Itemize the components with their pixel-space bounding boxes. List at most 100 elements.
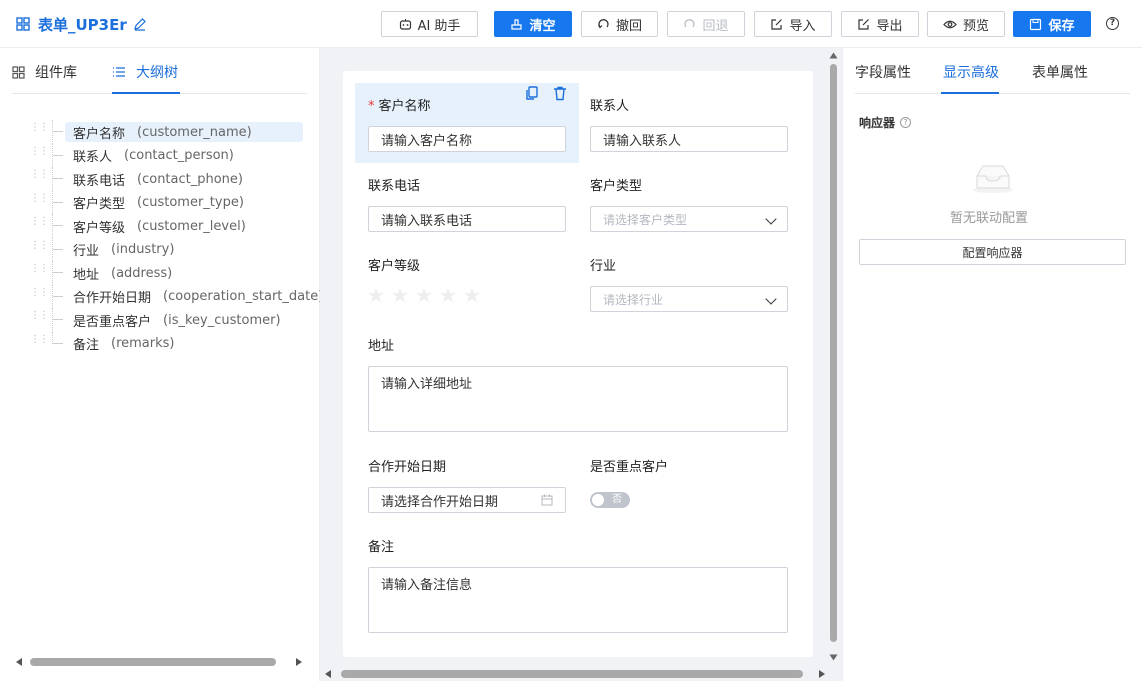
customer-type-placeholder: 请选择客户类型 <box>603 212 688 227</box>
star-icon[interactable]: ★ <box>439 285 457 305</box>
drag-handle-icon[interactable]: ⋮⋮ <box>30 287 49 302</box>
star-icon[interactable]: ★ <box>391 285 409 305</box>
tree-node[interactable]: ⋮⋮ 客户类型 (customer_type) <box>24 190 314 214</box>
tree-node[interactable]: ⋮⋮ 行业 (industry) <box>24 237 314 261</box>
drag-handle-icon[interactable]: ⋮⋮ <box>30 217 49 231</box>
scroll-up-icon[interactable] <box>829 52 838 59</box>
customer-name-input[interactable]: 请输入客户名称 <box>368 126 566 152</box>
tree-node-name: 备注 <box>73 338 100 353</box>
scroll-right-icon[interactable] <box>819 669 825 678</box>
import-button[interactable]: 导入 <box>754 11 832 37</box>
field-address[interactable]: 地址 请输入详细地址 <box>355 323 801 433</box>
preview-label: 预览 <box>962 18 989 34</box>
star-icon[interactable]: ★ <box>367 285 385 305</box>
undo-button[interactable]: 撤回 <box>581 11 658 37</box>
tree-node-label[interactable]: 客户等级 (customer_level) <box>65 216 254 236</box>
tree-node-name: 联系人 <box>73 150 113 165</box>
field-contact-phone[interactable]: 联系电话 请输入联系电话 <box>355 163 579 243</box>
field-cooperation-start-date[interactable]: 合作开始日期 请选择合作开始日期 <box>355 444 579 524</box>
field-customer-level[interactable]: 客户等级 ★ ★ ★ ★ ★ <box>355 243 579 323</box>
tree-node-label[interactable]: 客户类型 (customer_type) <box>65 193 252 213</box>
tab-component-library[interactable]: 组件库 <box>12 62 77 82</box>
contact-phone-input[interactable]: 请输入联系电话 <box>368 206 566 232</box>
key-customer-toggle[interactable]: 否 <box>590 492 630 508</box>
field-contact-person[interactable]: 联系人 请输入联系人 <box>578 83 802 163</box>
copy-icon[interactable] <box>525 86 539 101</box>
clear-button[interactable]: 清空 <box>494 11 572 37</box>
star-icon[interactable]: ★ <box>463 285 481 305</box>
scroll-left-icon[interactable] <box>16 657 22 666</box>
scrollbar-thumb[interactable] <box>30 657 276 666</box>
tab-display-advanced[interactable]: 显示高级 <box>943 62 999 82</box>
ai-assistant-label: AI 助手 <box>417 18 461 34</box>
tree-node-label[interactable]: 是否重点客户 (is_key_customer) <box>65 310 289 330</box>
export-button[interactable]: 导出 <box>841 11 919 37</box>
tree-connector <box>52 237 64 261</box>
export-label: 导出 <box>876 18 903 34</box>
tree-node[interactable]: ⋮⋮ 联系人 (contact_person) <box>24 143 314 167</box>
preview-button[interactable]: 预览 <box>927 11 1005 37</box>
drag-handle-icon[interactable]: ⋮⋮ <box>30 170 49 184</box>
tree-node[interactable]: ⋮⋮ 客户名称 (customer_name) <box>24 120 314 144</box>
tab-field-properties[interactable]: 字段属性 <box>855 62 911 82</box>
save-button[interactable]: 保存 <box>1013 11 1091 37</box>
field-is-key-customer[interactable]: 是否重点客户 否 <box>578 444 802 524</box>
field-remarks[interactable]: 备注 请输入备注信息 <box>355 524 801 639</box>
industry-select[interactable]: 请选择行业 <box>590 286 788 312</box>
tree-node[interactable]: ⋮⋮ 备注 (remarks) <box>24 331 314 356</box>
redo-button[interactable]: 回退 <box>667 11 745 37</box>
drag-handle-icon[interactable]: ⋮⋮ <box>30 193 49 208</box>
tree-node-name: 地址 <box>73 267 100 283</box>
help-icon[interactable]: ? <box>900 117 912 128</box>
tree-node-label[interactable]: 行业 (industry) <box>65 240 182 260</box>
tree-node-label[interactable]: 备注 (remarks) <box>65 334 183 354</box>
outline-tree: ⋮⋮ 客户名称 (customer_name) ⋮⋮ 联系人 (contact_pers… <box>24 120 323 356</box>
contact-person-input[interactable]: 请输入联系人 <box>590 126 788 152</box>
tab-form-properties[interactable]: 表单属性 <box>1032 62 1088 82</box>
date-picker[interactable]: 请选择合作开始日期 <box>368 487 566 513</box>
tree-node-label[interactable]: 联系电话 (contact_phone) <box>65 169 251 189</box>
tree-node-label[interactable]: 地址 (address) <box>65 263 180 283</box>
canvas-vertical-scrollbar[interactable] <box>829 52 838 664</box>
field-industry[interactable]: 行业 请选择行业 <box>578 243 802 323</box>
drag-handle-icon[interactable]: ⋮⋮ <box>30 334 49 349</box>
star-icon[interactable]: ★ <box>415 285 433 305</box>
tree-node[interactable]: ⋮⋮ 联系电话 (contact_phone) <box>24 167 314 191</box>
tree-node-key: (cooperation_start_date) <box>163 289 324 304</box>
tree-node-label[interactable]: 合作开始日期 (cooperation_start_date) <box>65 287 331 307</box>
customer-type-select[interactable]: 请选择客户类型 <box>590 206 788 232</box>
empty-inbox-icon <box>973 165 1013 193</box>
tree-node[interactable]: ⋮⋮ 合作开始日期 (cooperation_start_date) <box>24 284 323 308</box>
scroll-right-icon[interactable] <box>296 657 302 666</box>
remarks-textarea[interactable]: 请输入备注信息 <box>368 567 788 633</box>
field-customer-type[interactable]: 客户类型 请选择客户类型 <box>578 163 802 243</box>
field-customer-name[interactable]: * 客户名称 请输入客户名称 <box>355 83 579 163</box>
delete-icon[interactable] <box>553 86 567 101</box>
scroll-down-icon[interactable] <box>829 654 838 661</box>
tree-node-label[interactable]: 客户名称 (customer_name) <box>65 122 303 142</box>
drag-handle-icon[interactable]: ⋮⋮ <box>30 123 49 137</box>
scrollbar-thumb[interactable] <box>341 669 803 678</box>
scrollbar-thumb[interactable] <box>830 64 837 642</box>
edit-icon[interactable] <box>133 17 147 31</box>
left-horizontal-scrollbar[interactable] <box>16 657 304 666</box>
ai-assistant-button[interactable]: AI 助手 <box>381 11 478 37</box>
address-textarea[interactable]: 请输入详细地址 <box>368 366 788 432</box>
canvas-horizontal-scrollbar[interactable] <box>325 669 825 678</box>
drag-handle-icon[interactable]: ⋮⋮ <box>30 264 49 278</box>
configure-responder-button[interactable]: 配置响应器 <box>859 239 1126 265</box>
tree-node-label[interactable]: 联系人 (contact_person) <box>65 146 242 166</box>
tree-node[interactable]: ⋮⋮ 客户等级 (customer_level) <box>24 214 314 238</box>
drag-handle-icon[interactable]: ⋮⋮ <box>30 146 49 161</box>
tree-node-name: 是否重点客户 <box>73 314 152 330</box>
drag-handle-icon[interactable]: ⋮⋮ <box>30 311 49 325</box>
import-label: 导入 <box>789 18 816 34</box>
scroll-left-icon[interactable] <box>325 669 331 678</box>
tree-node[interactable]: ⋮⋮ 是否重点客户 (is_key_customer) <box>24 308 314 332</box>
rating-stars[interactable]: ★ ★ ★ ★ ★ <box>367 285 487 307</box>
tree-node[interactable]: ⋮⋮ 地址 (address) <box>24 261 314 285</box>
help-icon[interactable]: ? <box>1106 17 1119 30</box>
tree-connector <box>52 331 64 344</box>
drag-handle-icon[interactable]: ⋮⋮ <box>30 240 49 255</box>
tab-outline-tree[interactable]: 大纲树 <box>112 62 178 82</box>
